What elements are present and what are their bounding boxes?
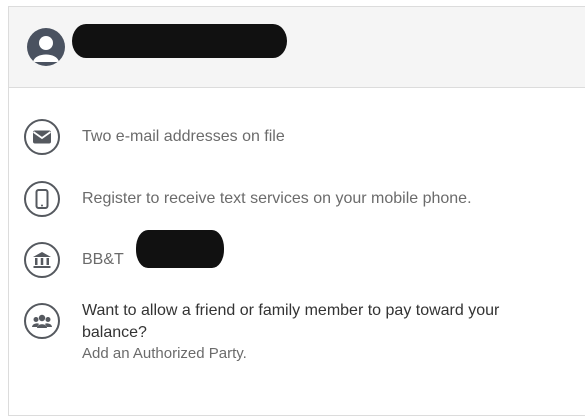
authorized-party-text-block: Want to allow a friend or family member … [82, 302, 552, 364]
authorized-party-row: Want to allow a friend or family member … [24, 302, 552, 364]
authorized-party-prompt: Want to allow a friend or family member … [82, 302, 500, 341]
mobile-phone-icon [24, 181, 60, 217]
register-text-services-link[interactable]: Register to receive text services on you… [82, 188, 472, 210]
mobile-row: Register to receive text services on you… [24, 181, 472, 217]
redacted-account [136, 230, 224, 268]
add-authorized-party-link[interactable]: Add an Authorized Party. [82, 344, 552, 364]
user-icon [27, 28, 65, 66]
envelope-icon [24, 119, 60, 155]
email-row: Two e-mail addresses on file [24, 119, 285, 155]
bank-name: BB&T [82, 251, 124, 268]
redacted-name [72, 24, 287, 58]
bank-row: BB&T [24, 242, 124, 278]
group-icon [24, 303, 60, 339]
bank-icon [24, 242, 60, 278]
email-status-text: Two e-mail addresses on file [82, 128, 285, 145]
